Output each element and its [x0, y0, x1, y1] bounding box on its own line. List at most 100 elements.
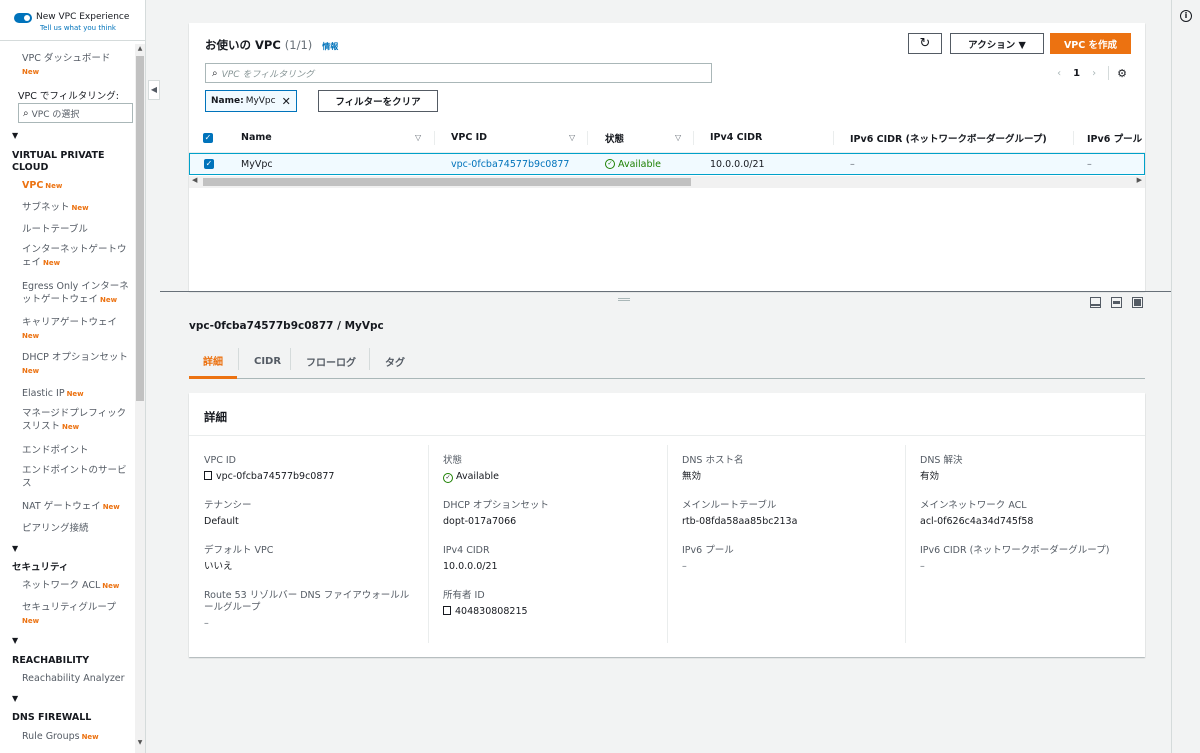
column-header-state[interactable]: 状態 — [605, 123, 624, 152]
sidebar-item-subnets[interactable]: サブネット New — [22, 201, 156, 215]
field-main-route-table: メインルートテーブル rtb-08fda58aa85bc213a — [682, 500, 907, 528]
next-page-icon[interactable]: › — [1092, 68, 1096, 79]
tab-details[interactable]: 詳細 — [189, 344, 237, 379]
cell-ipv6-pool: – — [1087, 158, 1092, 170]
clear-filters-button[interactable]: フィルターをクリア — [318, 90, 438, 112]
field-label: VPC ID — [204, 455, 236, 466]
sidebar-item-label: インターネットゲートウェイ — [22, 244, 127, 268]
sidebar-item-igw[interactable]: インターネットゲートウェイ New — [22, 243, 134, 270]
split-full-icon[interactable] — [1132, 297, 1143, 308]
row-checkbox[interactable]: ✓ — [204, 154, 214, 174]
column-header-ipv6-cidr[interactable]: IPv6 CIDR (ネットワークボーダーグループ) — [850, 123, 1047, 152]
dhcp-options-link[interactable]: dopt-017a7066 — [443, 516, 668, 528]
copy-icon[interactable] — [443, 606, 451, 615]
new-vpc-experience-toggle[interactable]: New VPC Experience Tell us what you thin… — [14, 12, 129, 34]
scroll-right-icon[interactable]: ▶ — [1137, 176, 1142, 184]
divider — [1108, 66, 1110, 80]
info-icon[interactable]: i — [1180, 10, 1192, 22]
sidebar-item-label: エンドポイントのサービス — [22, 465, 127, 489]
sort-icon[interactable]: ▽ — [675, 133, 681, 142]
sort-icon[interactable]: ▽ — [415, 133, 421, 142]
table-horizontal-scrollbar[interactable]: ◀ ▶ — [189, 176, 1145, 188]
vpc-list-panel: お使いの VPC (1/1) 情報 ↻ アクション ▼ VPC を作成 ⌕ VP… — [189, 23, 1145, 291]
column-header-ipv6-pool[interactable]: IPv6 プール — [1087, 123, 1142, 152]
table-row[interactable]: ✓ MyVpc vpc-0fcba74577b9c0877 ✓ Availabl… — [189, 153, 1145, 175]
field-label: Route 53 リゾルバー DNS ファイアウォールルールグループ — [204, 590, 410, 613]
actions-dropdown[interactable]: アクション ▼ — [950, 33, 1044, 54]
sidebar-item-elastic-ip[interactable]: Elastic IP New — [22, 387, 156, 401]
scroll-left-icon[interactable]: ◀ — [192, 176, 197, 184]
collapse-sidebar-button[interactable]: ◀ — [148, 80, 160, 100]
new-badge: New — [22, 332, 40, 340]
sidebar-item-route-tables[interactable]: ルートテーブル — [22, 223, 156, 236]
field-default-vpc: デフォルト VPC いいえ — [204, 545, 429, 573]
caret-down-icon[interactable]: ▼ — [12, 131, 18, 140]
tab-flow-logs[interactable]: フローログ — [306, 344, 356, 379]
vpc-select[interactable]: ⌕ VPC の選択 — [18, 103, 133, 123]
sidebar-item-label: セキュリティグループ — [22, 602, 116, 613]
details-column-3: DNS ホスト名 無効 メインルートテーブル rtb-08fda58aa85bc… — [682, 445, 920, 645]
chip-value: MyVpc — [245, 96, 276, 106]
main-route-table-link[interactable]: rtb-08fda58aa85bc213a — [682, 516, 907, 528]
create-vpc-button[interactable]: VPC を作成 — [1050, 33, 1131, 54]
sidebar-item-prefix-lists[interactable]: マネージドプレフィックスリスト New — [22, 407, 134, 434]
close-icon[interactable]: ✕ — [282, 95, 291, 108]
vpc-table: ✓ Name ▽ VPC ID ▽ 状態 ▽ IPv4 CIDR IPv6 CI… — [189, 123, 1145, 175]
main-network-acl-link[interactable]: acl-0f626c4a34d745f58 — [920, 516, 1145, 528]
tab-tags[interactable]: タグ — [385, 344, 405, 379]
check-circle-icon: ✓ — [605, 159, 615, 169]
field-ipv4-cidr: IPv4 CIDR 10.0.0.0/21 — [443, 545, 668, 573]
horizontal-scroll-thumb[interactable] — [203, 178, 691, 186]
sidebar-item-egress-igw[interactable]: Egress Only インターネットゲートウェイ New — [22, 280, 134, 307]
sidebar-item-dashboard[interactable]: VPC ダッシュボード New — [22, 52, 134, 79]
prev-page-icon[interactable]: ‹ — [1057, 68, 1061, 79]
toggle-switch[interactable] — [14, 13, 32, 23]
scroll-up-icon[interactable]: ▲ — [136, 45, 144, 52]
drag-handle-icon[interactable] — [618, 298, 630, 301]
divider — [833, 131, 834, 145]
info-link[interactable]: 情報 — [322, 42, 338, 51]
sidebar-item-nat-gw[interactable]: NAT ゲートウェイ New — [22, 500, 156, 514]
sidebar-item-network-acl[interactable]: ネットワーク ACL New — [22, 579, 156, 593]
sidebar-item-vpc[interactable]: VPC New — [22, 179, 156, 193]
column-header-name[interactable]: Name — [241, 123, 272, 152]
divider — [434, 131, 435, 145]
column-header-ipv4-cidr[interactable]: IPv4 CIDR — [710, 123, 762, 152]
sidebar-item-security-groups[interactable]: セキュリティグループ New — [22, 601, 134, 628]
split-bottom-icon[interactable] — [1090, 297, 1101, 308]
sidebar-item-dhcp[interactable]: DHCP オプションセット New — [22, 351, 134, 378]
search-input[interactable]: ⌕ VPC をフィルタリング — [205, 63, 712, 83]
refresh-button[interactable]: ↻ — [908, 33, 942, 54]
split-middle-icon[interactable] — [1111, 297, 1122, 308]
field-value: Default — [204, 516, 239, 527]
sidebar-item-endpoints[interactable]: エンドポイント — [22, 444, 156, 457]
details-panel-title: 詳細 — [189, 393, 1145, 436]
sidebar-item-label: キャリアゲートウェイ — [22, 317, 118, 328]
divider — [1171, 0, 1172, 753]
caret-down-icon[interactable]: ▼ — [12, 636, 18, 645]
field-label: DNS ホスト名 — [682, 455, 744, 466]
split-panel-divider[interactable] — [160, 291, 1171, 292]
sidebar-item-rule-groups[interactable]: Rule Groups New — [22, 730, 156, 744]
caret-down-icon[interactable]: ▼ — [12, 694, 18, 703]
cell-vpc-id-link[interactable]: vpc-0fcba74577b9c0877 — [451, 154, 569, 174]
caret-down-icon[interactable]: ▼ — [12, 544, 18, 553]
feedback-link[interactable]: Tell us what you think — [40, 23, 129, 34]
toggle-title: New VPC Experience — [36, 12, 130, 22]
column-header-vpc-id[interactable]: VPC ID — [451, 123, 487, 152]
sidebar-item-label: エンドポイント — [22, 445, 89, 456]
field-label: 状態 — [443, 455, 463, 466]
tab-cidr[interactable]: CIDR — [254, 344, 281, 379]
settings-gear-icon[interactable]: ⚙ — [1117, 67, 1127, 80]
side-navigation: New VPC Experience Tell us what you thin… — [0, 0, 146, 753]
filter-chip[interactable]: Name: MyVpc ✕ — [205, 90, 297, 112]
sidebar-item-peering[interactable]: ピアリング接続 — [22, 522, 156, 535]
page-number[interactable]: 1 — [1073, 68, 1080, 79]
sort-icon[interactable]: ▽ — [569, 133, 575, 142]
copy-icon[interactable] — [204, 471, 212, 480]
field-vpc-id: VPC ID vpc-0fcba74577b9c0877 — [204, 455, 429, 483]
select-all-checkbox[interactable]: ✓ — [203, 123, 213, 152]
sidebar-item-reachability-analyzer[interactable]: Reachability Analyzer — [22, 672, 156, 685]
sidebar-item-carrier-gw[interactable]: キャリアゲートウェイ New — [22, 316, 134, 343]
sidebar-item-endpoint-services[interactable]: エンドポイントのサービス — [22, 464, 134, 490]
